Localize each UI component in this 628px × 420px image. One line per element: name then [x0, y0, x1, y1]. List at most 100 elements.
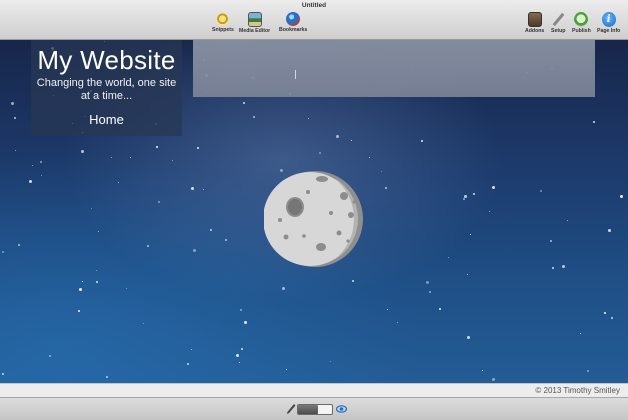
star-dot [239, 362, 240, 363]
setup-button[interactable]: Setup [551, 12, 565, 34]
star-dot [11, 102, 14, 105]
star-dot [489, 211, 490, 212]
star-dot [473, 193, 475, 195]
addons-label: Addons [525, 28, 545, 34]
star-dot [15, 150, 16, 151]
star-dot [429, 291, 431, 293]
site-tagline[interactable]: Changing the world, one site at a time..… [31, 77, 182, 102]
nav-link-home[interactable]: Home [89, 112, 124, 127]
star-dot [210, 229, 212, 231]
star-dot [49, 355, 51, 357]
star-dot [147, 245, 149, 247]
page-info-label: Page Info [597, 28, 621, 34]
star-dot [187, 363, 189, 365]
star-dot [156, 146, 158, 148]
star-dot [330, 361, 331, 362]
star-dot [106, 376, 108, 378]
media-editor-label: Media Editor [239, 28, 271, 34]
star-dot [191, 349, 192, 350]
star-dot [482, 370, 483, 371]
star-dot [587, 370, 589, 372]
edit-preview-toggle[interactable] [297, 404, 333, 415]
site-footer[interactable]: © 2013 Timothy Smitley [0, 383, 628, 397]
snippets-label: Snippets [212, 27, 234, 33]
star-dot [244, 321, 247, 324]
star-dot [552, 267, 554, 269]
snippets-icon [216, 13, 230, 26]
star-dot [118, 182, 119, 183]
star-dot [236, 354, 239, 357]
setup-label: Setup [551, 28, 566, 34]
star-dot [158, 201, 160, 203]
star-dot [282, 287, 285, 290]
site-header[interactable]: My Website Changing the world, one site … [31, 40, 182, 136]
star-dot [467, 274, 468, 275]
star-dot [439, 308, 441, 310]
bottom-bar [0, 397, 628, 420]
page-canvas[interactable]: My Website Changing the world, one site … [0, 40, 628, 383]
star-dot [78, 310, 80, 312]
star-dot [203, 189, 204, 190]
star-dot [492, 378, 495, 381]
star-dot [41, 175, 42, 176]
publish-icon [574, 12, 589, 27]
star-dot [319, 152, 321, 154]
star-dot [126, 288, 127, 289]
star-dot [240, 309, 242, 311]
star-dot [191, 187, 194, 190]
star-dot [172, 160, 173, 161]
star-dot [567, 220, 568, 221]
star-dot [550, 240, 552, 242]
info-icon: i [601, 12, 616, 27]
star-dot [467, 336, 470, 339]
bookmarks-icon [286, 12, 301, 26]
star-dot [611, 317, 613, 319]
star-dot [492, 186, 495, 189]
star-dot [18, 244, 20, 246]
bookmarks-button[interactable]: Bookmarks [279, 12, 307, 33]
page-info-button[interactable]: i Page Info [597, 12, 620, 34]
star-dot [81, 150, 84, 153]
star-dot [286, 369, 287, 370]
moon-illustration[interactable] [263, 170, 364, 268]
star-dot [351, 140, 352, 141]
star-dot [96, 270, 97, 271]
star-dot [336, 135, 339, 138]
star-dot [421, 140, 423, 142]
star-dot [448, 257, 449, 258]
addons-button[interactable]: Addons [525, 12, 544, 34]
star-dot [385, 187, 387, 189]
star-dot [40, 161, 42, 163]
star-dot [540, 190, 542, 192]
star-dot [2, 251, 4, 253]
star-dot [96, 281, 98, 283]
media-editor-icon [247, 12, 262, 27]
text-cursor [295, 70, 296, 79]
site-title[interactable]: My Website [31, 45, 182, 76]
publish-label: Publish [572, 28, 591, 34]
star-dot [580, 333, 581, 334]
toggle-knob[interactable] [298, 405, 318, 414]
star-dot [79, 288, 82, 291]
star-dot [243, 102, 245, 104]
star-dot [426, 281, 429, 284]
star-dot [308, 118, 309, 119]
star-dot [143, 323, 144, 324]
bookmarks-label: Bookmarks [279, 27, 308, 33]
media-editor-button[interactable]: Media Editor [239, 12, 270, 34]
snippets-button[interactable]: Snippets [212, 12, 234, 33]
star-dot [14, 117, 16, 119]
pencil-icon[interactable] [286, 403, 296, 415]
star-dot [381, 171, 382, 172]
star-dot [463, 198, 465, 200]
star-dot [608, 229, 611, 232]
star-dot [193, 249, 196, 252]
content-edit-area[interactable] [193, 40, 595, 97]
eye-icon[interactable] [336, 404, 347, 414]
publish-button[interactable]: Publish [572, 12, 591, 34]
star-dot [470, 234, 471, 235]
star-dot [562, 265, 565, 268]
star-dot [82, 281, 83, 282]
star-dot [397, 322, 398, 323]
copyright-text[interactable]: © 2013 Timothy Smitley [535, 386, 620, 395]
